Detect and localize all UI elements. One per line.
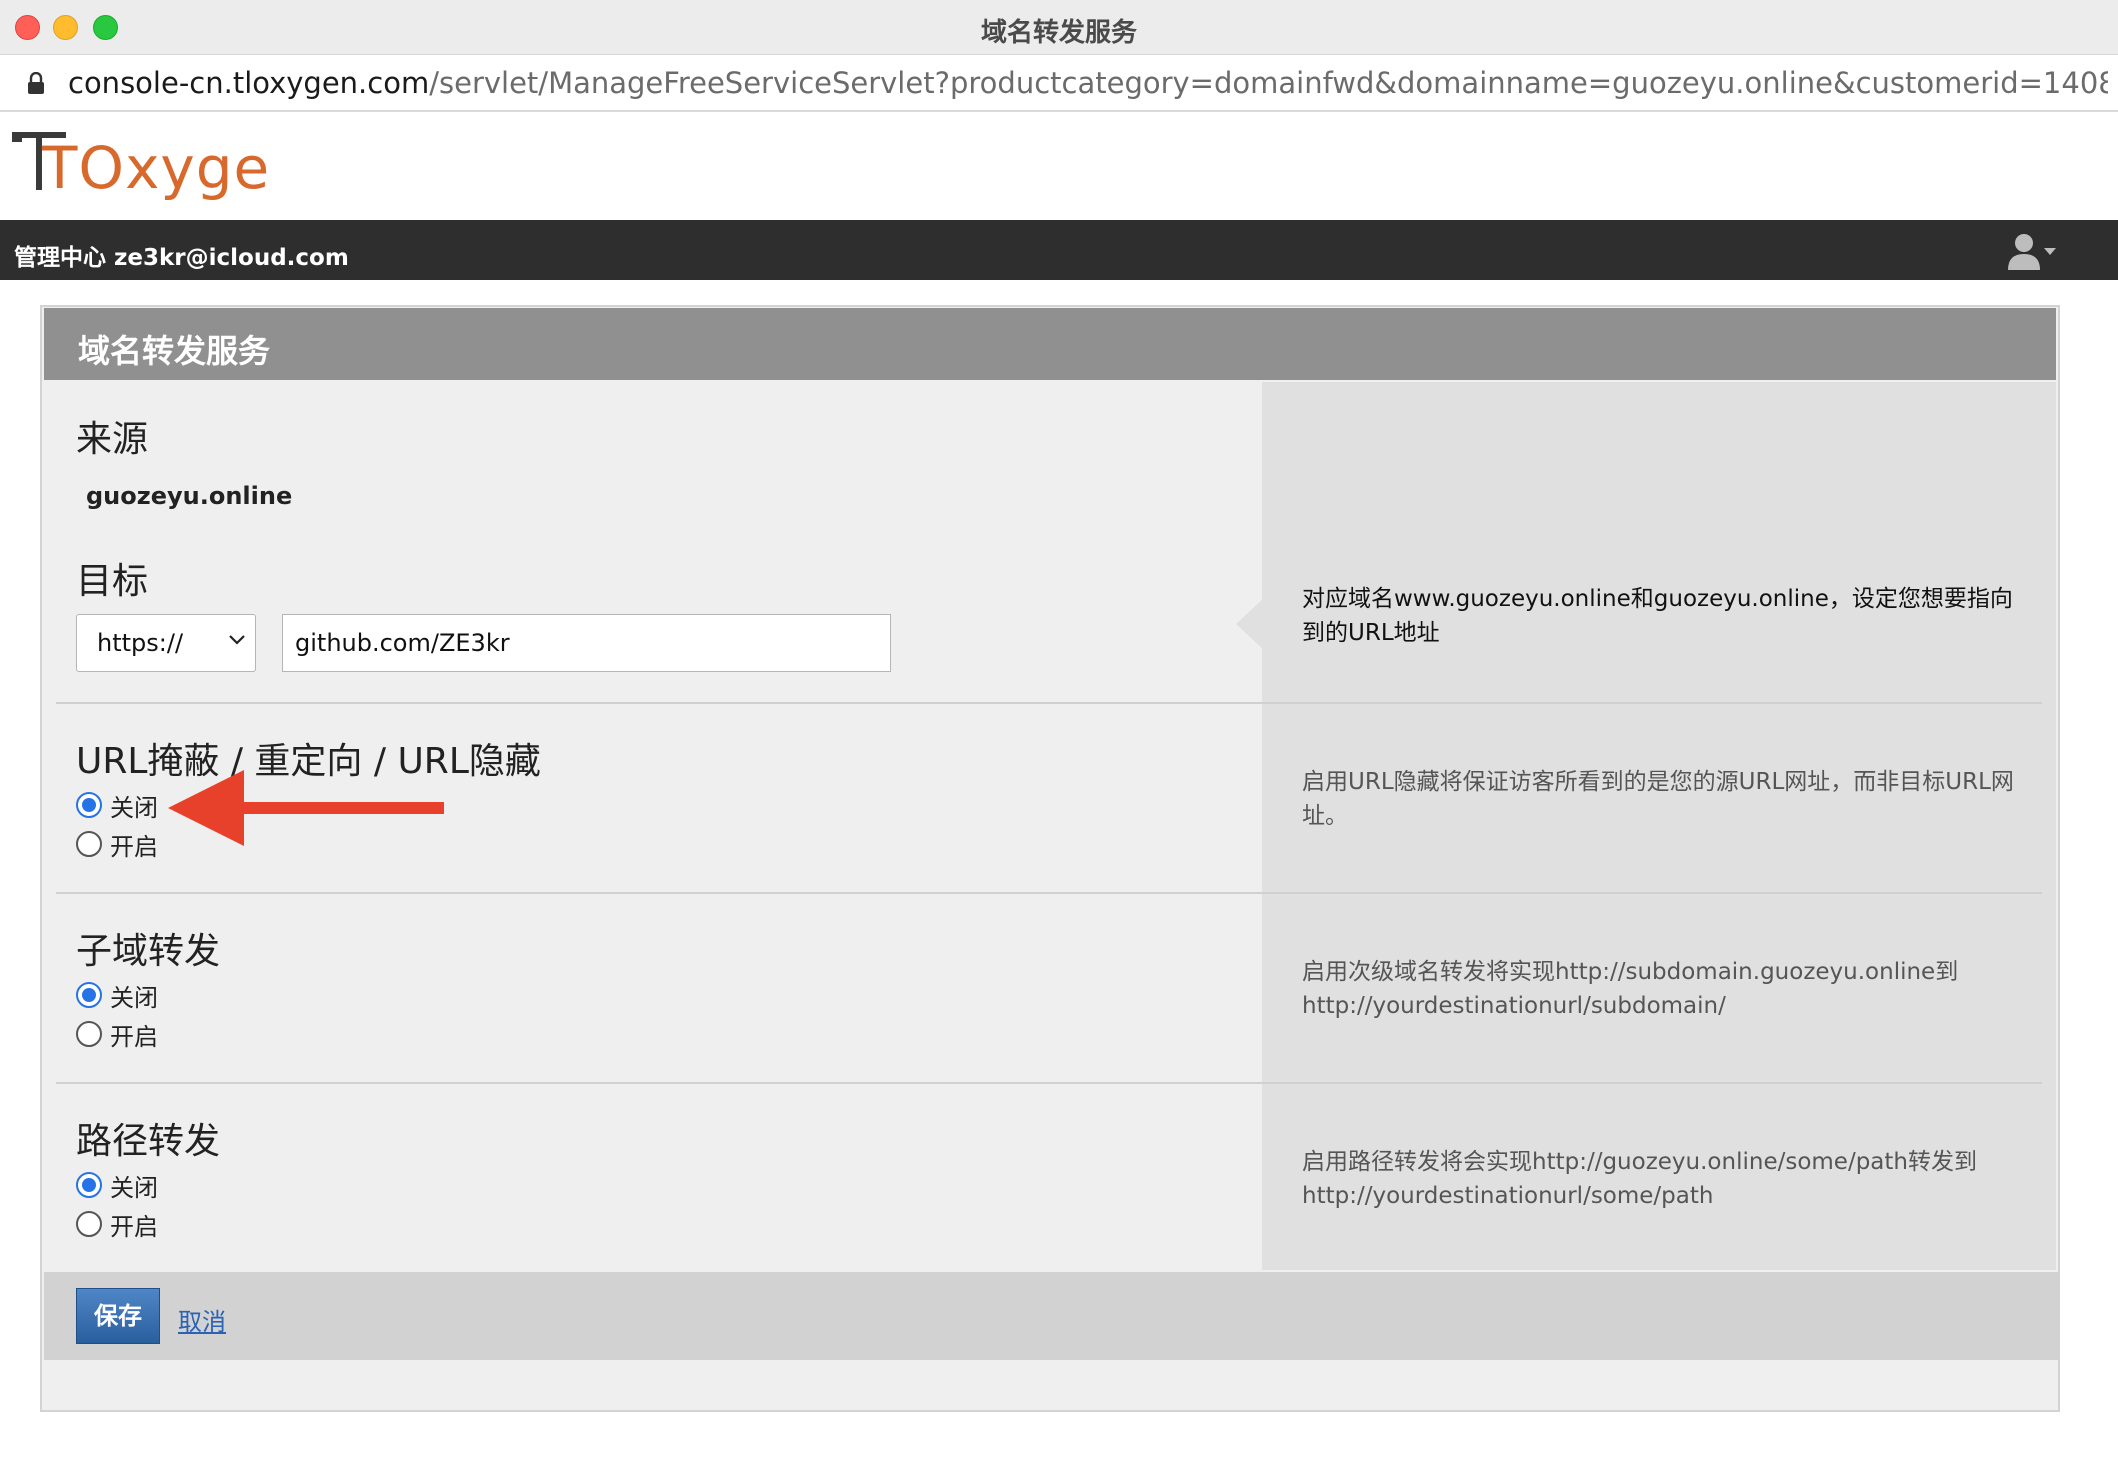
subdomain-on-radio[interactable] (76, 1021, 102, 1047)
path-on-label: 开启 (110, 1212, 158, 1241)
url-path: /servlet/ManageFreeServiceServlet?produc… (429, 66, 2108, 100)
user-menu-icon[interactable] (2004, 232, 2060, 272)
logo-text: TOxygen (41, 134, 272, 200)
path-off-option[interactable]: 关闭 (76, 1169, 158, 1202)
target-help: 对应域名www.guozeyu.online和guozeyu.online，设定… (1302, 586, 2013, 646)
chevron-down-icon (229, 635, 245, 645)
source-heading: 来源 (76, 419, 149, 460)
subdomain-on-option[interactable]: 开启 (76, 1018, 158, 1051)
target-heading: 目标 (76, 561, 149, 602)
url-host: console-cn.tloxygen.com (68, 66, 430, 100)
path-off-label: 关闭 (110, 1173, 158, 1202)
source-domain: guozeyu.online (86, 482, 293, 510)
masking-on-label: 开启 (110, 832, 158, 861)
masking-on-option[interactable]: 开启 (76, 828, 158, 861)
save-button[interactable]: 保存 (76, 1288, 160, 1344)
path-heading: 路径转发 (76, 1121, 221, 1162)
lock-icon (28, 72, 44, 94)
window-title: 域名转发服务 (980, 18, 1137, 48)
path-on-option[interactable]: 开启 (76, 1208, 158, 1241)
toxygen-logo: TOxygen (12, 132, 272, 200)
path-on-radio[interactable] (76, 1211, 102, 1237)
panel-title: 域名转发服务 (78, 332, 271, 370)
cancel-link[interactable]: 取消 (178, 1302, 226, 1337)
section-divider (56, 1082, 2042, 1084)
masking-off-option[interactable]: 关闭 (76, 789, 158, 822)
subdomain-off-label: 关闭 (110, 983, 158, 1012)
subdomain-heading: 子域转发 (76, 931, 221, 972)
masking-help: 启用URL隐藏将保证访客所看到的是您的源URL网址，而非目标URL网址。 (1302, 769, 2014, 829)
address-url[interactable]: console-cn.tloxygen.com/servlet/ManageFr… (68, 66, 2108, 100)
subdomain-off-radio[interactable] (76, 982, 102, 1008)
action-bar (44, 1272, 2060, 1360)
panel-header (44, 308, 2056, 380)
section-divider (56, 702, 2042, 704)
target-url-input[interactable] (282, 614, 891, 672)
nav-account-label[interactable]: 管理中心 ze3kr@icloud.com (14, 238, 349, 272)
path-help: 启用路径转发将会实现http://guozeyu.online/some/pat… (1302, 1149, 1977, 1209)
subdomain-off-option[interactable]: 关闭 (76, 979, 158, 1012)
masking-off-radio[interactable] (76, 792, 102, 818)
masking-off-label: 关闭 (110, 793, 158, 822)
subdomain-on-label: 开启 (110, 1022, 158, 1051)
section-divider (56, 892, 2042, 894)
annotation-arrow (168, 770, 444, 846)
help-pointer (1236, 598, 1264, 650)
path-off-radio[interactable] (76, 1172, 102, 1198)
protocol-select-value: https:// (97, 629, 184, 657)
subdomain-help: 启用次级域名转发将实现http://subdomain.guozeyu.onli… (1302, 959, 1959, 1019)
masking-on-radio[interactable] (76, 831, 102, 857)
